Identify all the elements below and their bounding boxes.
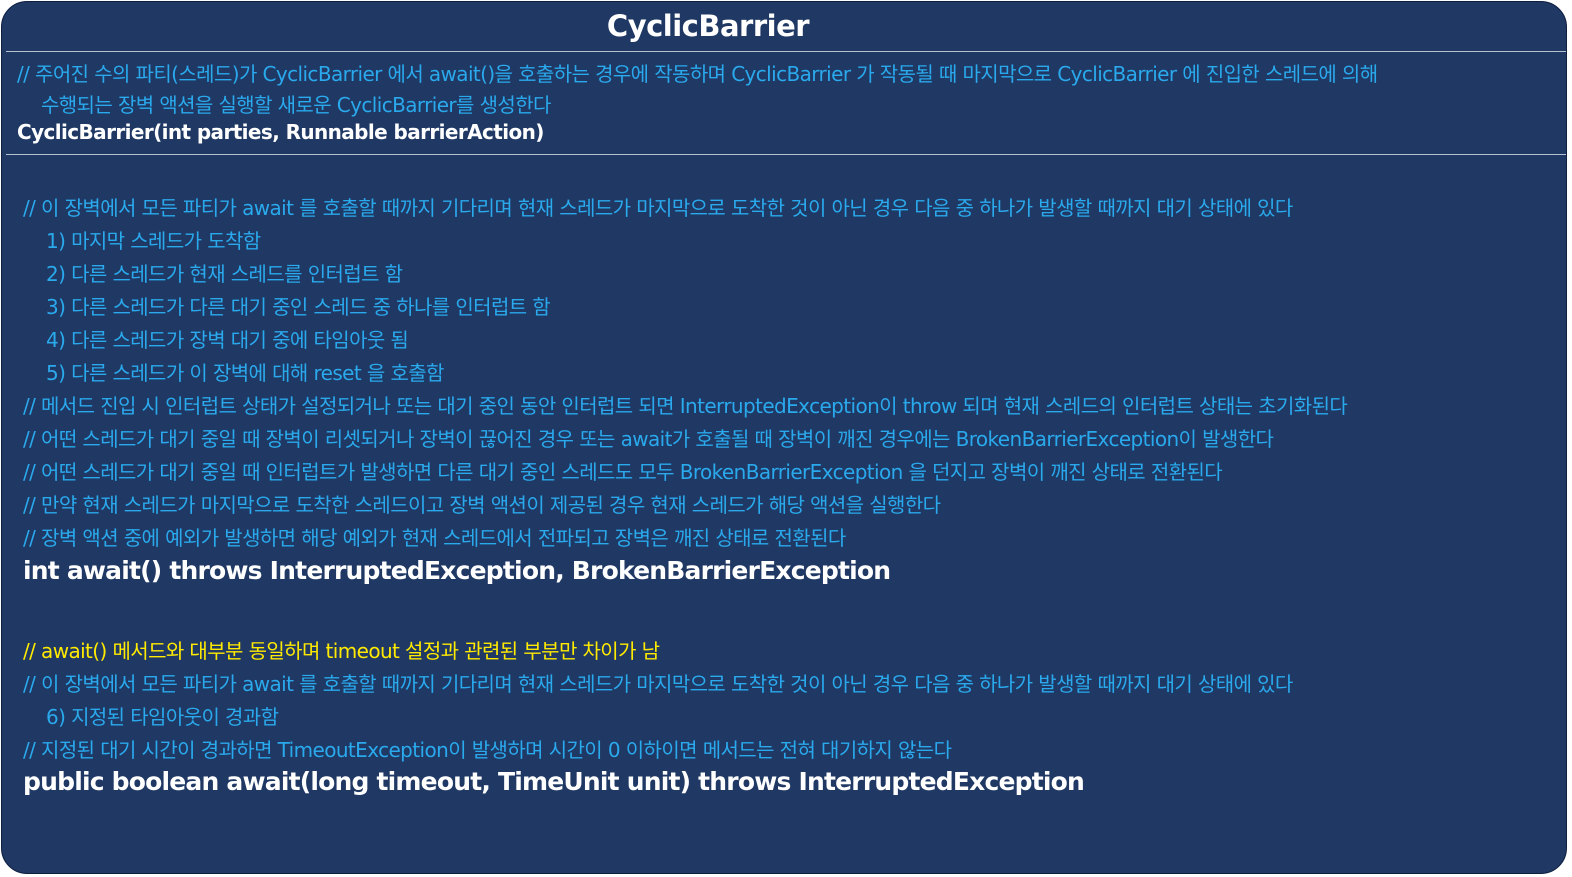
section-divider xyxy=(6,154,1566,155)
await-condition-2: 2) 다른 스레드가 현재 스레드를 인터럽트 함 xyxy=(46,262,403,286)
title-divider xyxy=(6,51,1566,52)
await-timeout-comment-timeout: // 지정된 대기 시간이 경과하면 TimeoutException이 발생하… xyxy=(23,738,952,762)
await-timeout-signature: public boolean await(long timeout, TimeU… xyxy=(23,767,1085,796)
await-timeout-condition-6: 6) 지정된 타임아웃이 경과함 xyxy=(46,705,279,729)
await-comment: // 이 장벽에서 모든 파티가 await 를 호출할 때까지 기다리며 현재… xyxy=(23,196,1293,220)
await-condition-4: 4) 다른 스레드가 장벽 대기 중에 타임아웃 됨 xyxy=(46,328,409,352)
await-timeout-highlight: // await() 메서드와 대부분 동일하며 timeout 설정과 관련된… xyxy=(23,639,660,663)
cyclicbarrier-card: CyclicBarrier // 주어진 수의 파티(스레드)가 CyclicB… xyxy=(1,1,1567,874)
await-condition-3: 3) 다른 스레드가 다른 대기 중인 스레드 중 하나를 인터럽트 함 xyxy=(46,295,551,319)
await-signature: int await() throws InterruptedException,… xyxy=(23,556,891,585)
await-comment-action: // 만약 현재 스레드가 마지막으로 도착한 스레드이고 장벽 액션이 제공된… xyxy=(23,493,941,517)
await-comment-exception: // 장벽 액션 중에 예외가 발생하면 해당 예외가 현재 스레드에서 전파되… xyxy=(23,526,846,550)
await-timeout-comment: // 이 장벽에서 모든 파티가 await 를 호출할 때까지 기다리며 현재… xyxy=(23,672,1293,696)
constructor-signature: CyclicBarrier(int parties, Runnable barr… xyxy=(17,120,544,144)
await-comment-interrupt: // 메서드 진입 시 인터럽트 상태가 설정되거나 또는 대기 중인 동안 인… xyxy=(23,394,1348,418)
await-condition-1: 1) 마지막 스레드가 도착함 xyxy=(46,229,261,253)
await-comment-broken-all: // 어떤 스레드가 대기 중일 때 인터럽트가 발생하면 다른 대기 중인 스… xyxy=(23,460,1223,484)
constructor-comment-1: // 주어진 수의 파티(스레드)가 CyclicBarrier 에서 awai… xyxy=(17,62,1378,86)
await-comment-broken: // 어떤 스레드가 대기 중일 때 장벽이 리셋되거나 장벽이 끊어진 경우 … xyxy=(23,427,1274,451)
constructor-comment-2: 수행되는 장벽 액션을 실행할 새로운 CyclicBarrier를 생성한다 xyxy=(41,93,551,117)
card-title: CyclicBarrier xyxy=(606,9,810,43)
await-condition-5: 5) 다른 스레드가 이 장벽에 대해 reset 을 호출함 xyxy=(46,361,444,385)
